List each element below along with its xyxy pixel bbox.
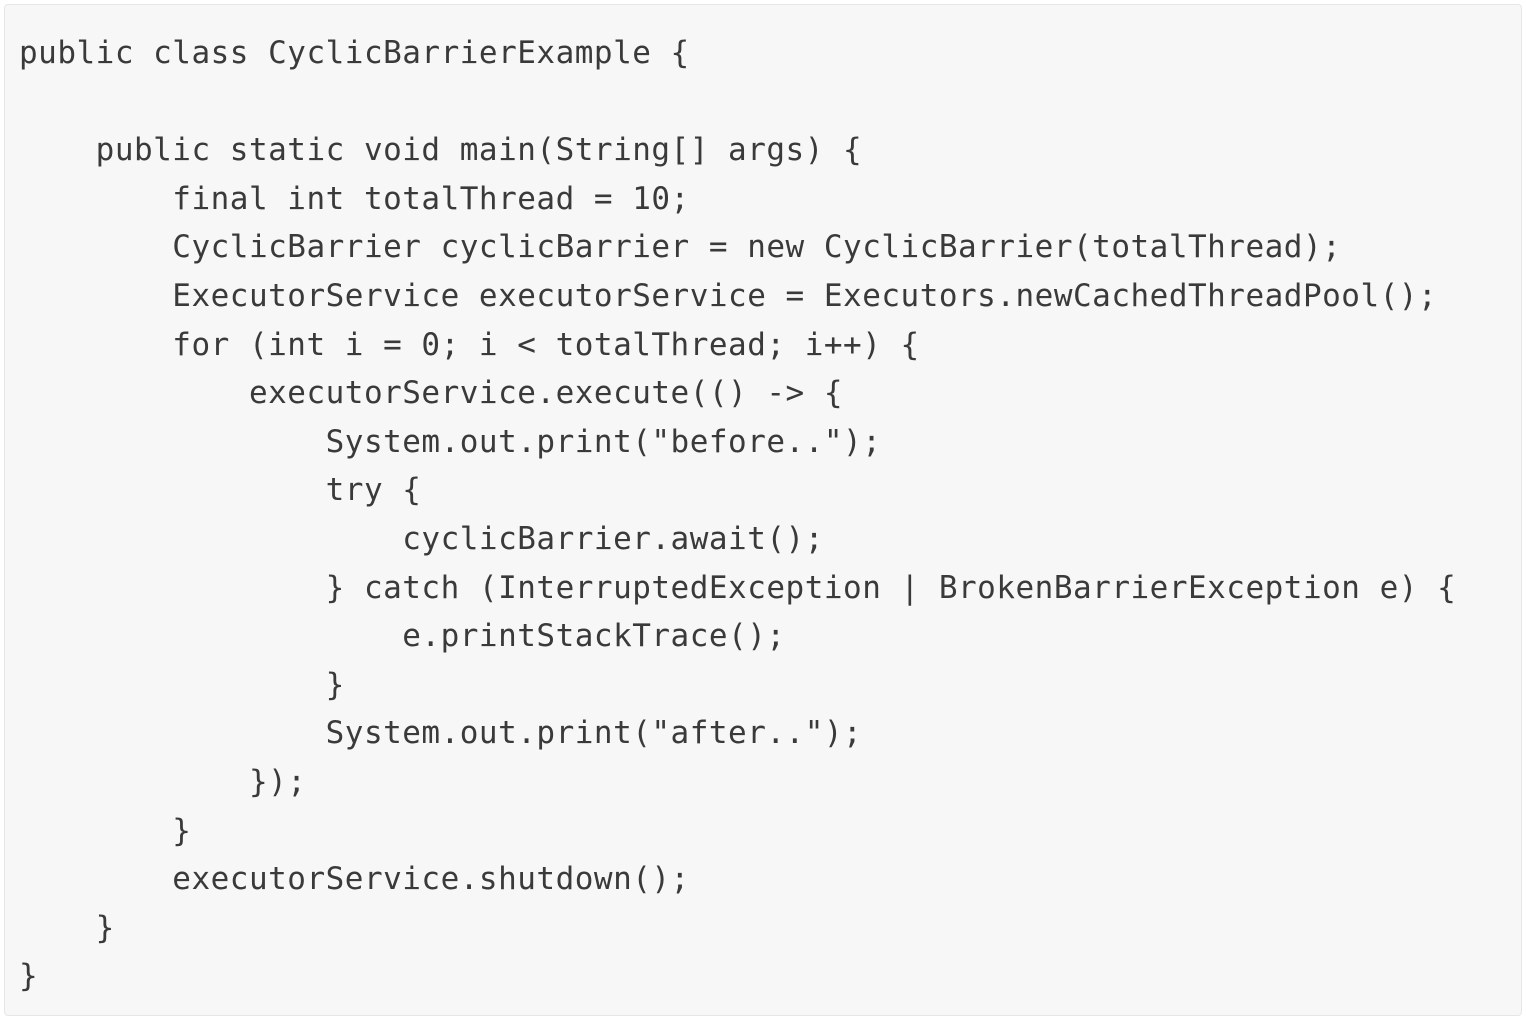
code-line: e.printStackTrace(); [19, 618, 786, 655]
code-line: cyclicBarrier.await(); [19, 520, 824, 557]
code-line: public class CyclicBarrierExample { [19, 35, 690, 71]
code-block: public class CyclicBarrierExample { publ… [4, 4, 1522, 1016]
code-line: System.out.print("after.."); [19, 715, 863, 752]
code-line: } [19, 909, 115, 946]
code-line: try { [19, 472, 422, 509]
code-line: CyclicBarrier cyclicBarrier = new Cyclic… [19, 229, 1342, 266]
code-line: for (int i = 0; i < totalThread; i++) { [19, 326, 920, 363]
code-line: executorService.shutdown(); [19, 861, 690, 898]
code-line: }); [19, 763, 307, 800]
code-line: System.out.print("before.."); [19, 423, 882, 460]
code-line: executorService.execute(() -> { [19, 375, 844, 412]
code-line: final int totalThread = 10; [19, 180, 690, 217]
code-lines: public class CyclicBarrierExample { publ… [19, 29, 1456, 1001]
code-line: } [19, 958, 39, 995]
code-line: } [19, 812, 192, 849]
code-line: public static void main(String[] args) { [19, 132, 863, 169]
code-line: ExecutorService executorService = Execut… [19, 277, 1438, 314]
code-line: } [19, 666, 345, 703]
code-line: } catch (InterruptedException | BrokenBa… [19, 569, 1457, 606]
